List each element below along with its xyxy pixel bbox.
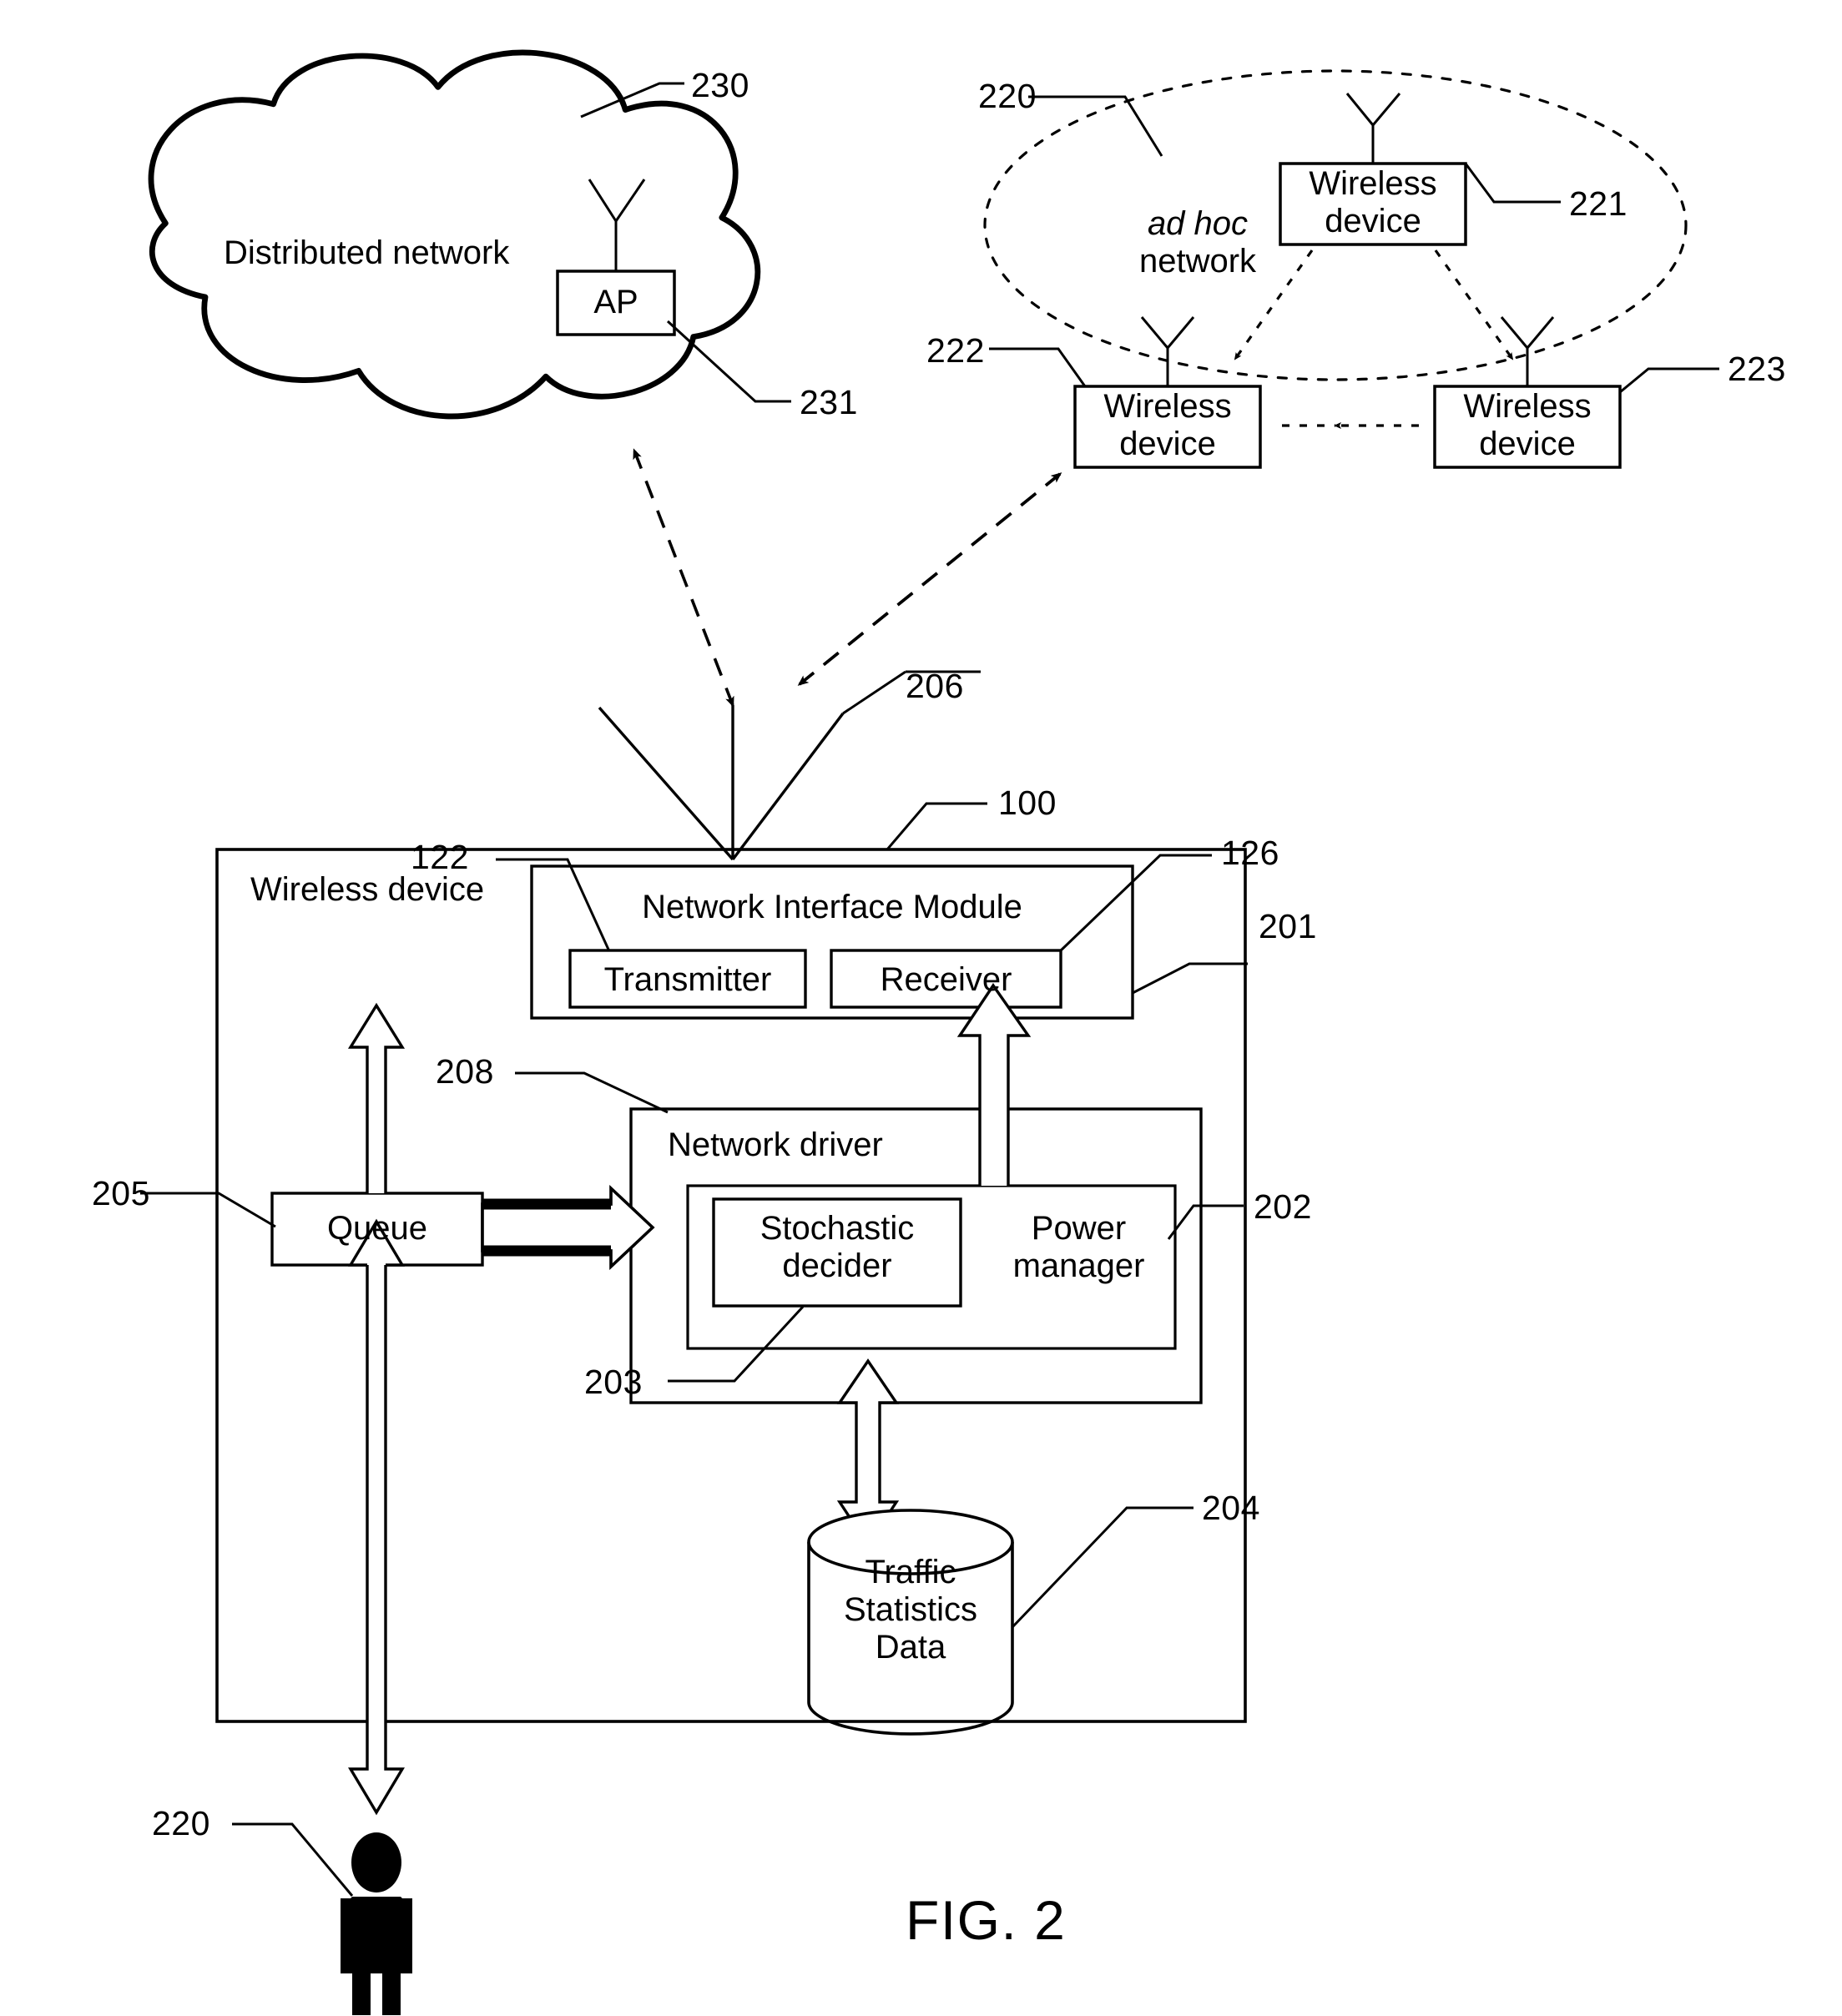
traffic-statistics-line2: Statistics (843, 1590, 978, 1628)
user-figure (232, 1822, 412, 2015)
ref-206: 206 (906, 667, 964, 705)
ap-label: AP (593, 284, 638, 320)
wireless-device-222-line2: device (1119, 425, 1216, 462)
wireless-device-223-label: Wireless device (1435, 388, 1620, 463)
patent-figure: Distributed network 230 AP 231 ad hoc ne… (0, 0, 1842, 2016)
ref-202: 202 (1254, 1187, 1312, 1226)
ref-221: 221 (1569, 184, 1628, 223)
traffic-statistics-line1: Traffic (865, 1554, 956, 1590)
ref-230: 230 (691, 66, 749, 104)
ref-201: 201 (1259, 907, 1317, 945)
ref-220-user: 220 (152, 1804, 210, 1842)
ad-hoc-network-label: ad hoc network (1110, 205, 1285, 280)
wireless-device-222-label: Wireless device (1075, 388, 1260, 463)
power-manager-line1: Power (1031, 1210, 1127, 1247)
stochastic-decider-label: Stochastic decider (714, 1210, 961, 1285)
ad-hoc-plain-text: network (1138, 242, 1257, 280)
ref-204: 204 (1202, 1489, 1260, 1527)
figure-title: FIG. 2 (906, 1889, 1067, 1951)
ref-223: 223 (1728, 350, 1786, 388)
wireless-device-221-line2: device (1325, 202, 1421, 239)
device-antenna (598, 705, 845, 861)
power-manager-label: Power manager (993, 1210, 1164, 1285)
ref-126: 126 (1221, 834, 1279, 872)
ref-122: 122 (411, 838, 469, 876)
ref-231: 231 (800, 383, 858, 421)
wireless-device-223-line2: device (1479, 425, 1576, 462)
wireless-device-221-label: Wireless device (1280, 165, 1466, 240)
power-manager-line2: manager (1012, 1247, 1145, 1284)
stochastic-decider-line1: Stochastic (760, 1210, 915, 1247)
distributed-network-label: Distributed network (224, 234, 510, 271)
transmitter-label: Transmitter (603, 961, 772, 998)
network-driver-label: Network driver (668, 1126, 883, 1163)
ref-220-adhoc: 220 (978, 77, 1037, 115)
stochastic-decider-line2: decider (782, 1247, 892, 1284)
wireless-link-arrows (633, 448, 1062, 715)
ref-205: 205 (92, 1174, 150, 1212)
receiver-label: Receiver (880, 961, 1012, 998)
queue-label: Queue (326, 1210, 428, 1247)
wireless-device-223-line1: Wireless (1463, 388, 1592, 425)
ref-100: 100 (998, 784, 1057, 822)
traffic-statistics-line3: Data (875, 1628, 946, 1666)
wireless-device-222-line1: Wireless (1103, 388, 1232, 425)
ref-208: 208 (436, 1052, 494, 1091)
ad-hoc-italic-text: ad hoc (1147, 205, 1249, 242)
ref-203: 203 (584, 1363, 643, 1401)
figure-vector-layer (140, 49, 1719, 2015)
ref-222: 222 (926, 331, 985, 370)
traffic-statistics-label: Traffic Statistics Data (809, 1554, 1012, 1666)
network-interface-module-label: Network Interface Module (642, 889, 1022, 925)
wireless-device-221-line1: Wireless (1309, 165, 1437, 202)
